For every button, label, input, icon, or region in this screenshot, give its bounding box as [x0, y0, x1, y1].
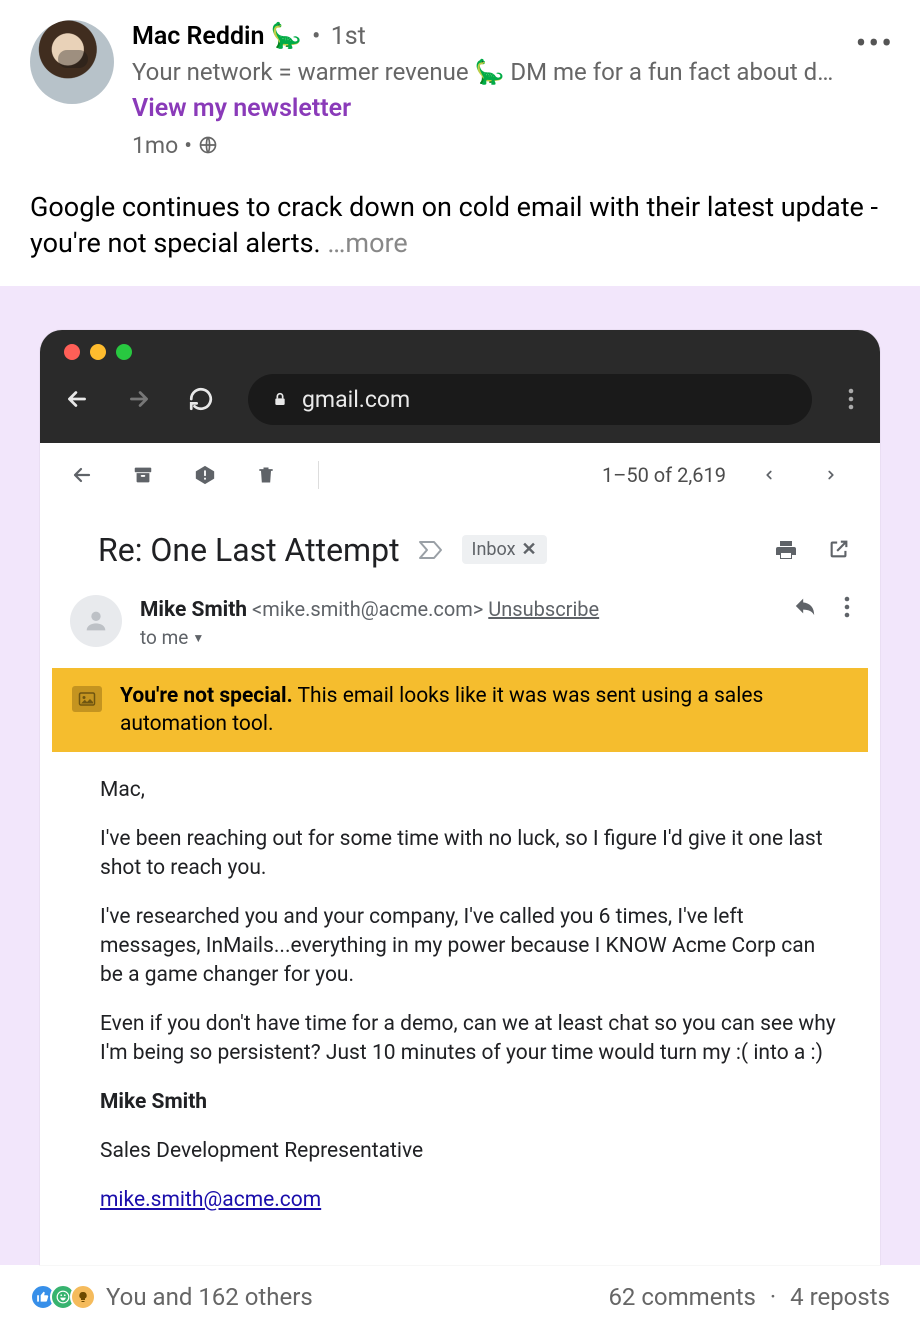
prev-page-icon: [762, 464, 788, 486]
warning-title: You're not special.: [120, 684, 293, 708]
globe-icon: [198, 135, 218, 155]
post-image[interactable]: gmail.com 1–50 of 2,619: [0, 286, 920, 1265]
signature-name: Mike Smith: [100, 1088, 840, 1117]
minimize-dot-icon: [90, 344, 106, 360]
remove-label-icon: ✕: [522, 539, 537, 560]
recipient-dropdown-icon: ▼: [192, 630, 204, 647]
recipient-line: to me: [140, 625, 188, 652]
lightbulb-reaction-icon: [70, 1284, 96, 1310]
separator: •: [308, 22, 324, 51]
email-body: Mac, I've been reaching out for some tim…: [40, 752, 880, 1265]
separator: •: [184, 130, 192, 161]
close-dot-icon: [64, 344, 80, 360]
unsubscribe-link: Unsubscribe: [488, 597, 599, 621]
address-bar: gmail.com: [248, 374, 812, 425]
post-text: Google continues to crack down on cold e…: [30, 191, 878, 259]
post-timestamp: 1mo: [132, 130, 178, 161]
message-menu-icon: [844, 595, 850, 619]
reload-icon: [186, 386, 216, 412]
connection-degree: 1st: [331, 22, 366, 51]
important-marker-icon: [418, 540, 444, 560]
back-icon: [62, 386, 92, 412]
maximize-dot-icon: [116, 344, 132, 360]
image-icon: [72, 686, 102, 712]
spam-icon: [194, 464, 220, 486]
warning-banner: You're not special. This email looks lik…: [52, 668, 868, 753]
reaction-icons[interactable]: [30, 1284, 96, 1310]
inbox-label-chip: Inbox ✕: [462, 535, 547, 564]
forward-icon: [124, 386, 154, 412]
trash-icon: [256, 464, 282, 486]
next-page-icon: [824, 464, 850, 486]
gmail-back-icon: [70, 463, 96, 487]
email-subject: Re: One Last Attempt: [98, 531, 400, 569]
url-text: gmail.com: [302, 386, 410, 413]
signature-title: Sales Development Representative: [100, 1137, 840, 1166]
author-headline: Your network = warmer revenue 🦕 DM me fo…: [132, 56, 890, 88]
window-controls: [64, 344, 858, 360]
lock-icon: [272, 391, 288, 407]
browser-menu-icon: [844, 388, 858, 410]
reposts-count[interactable]: 4 reposts: [790, 1283, 890, 1311]
reply-icon: [792, 595, 818, 619]
author-avatar[interactable]: [30, 20, 114, 104]
newsletter-link[interactable]: View my newsletter: [132, 92, 890, 126]
see-more-button[interactable]: …more: [327, 227, 407, 259]
sender-email: <mike.smith@acme.com>: [252, 597, 483, 621]
archive-icon: [132, 464, 158, 486]
reaction-count[interactable]: You and 162 others: [106, 1283, 313, 1311]
author-name[interactable]: Mac Reddin 🦕: [132, 22, 302, 51]
comments-count[interactable]: 62 comments: [608, 1283, 756, 1311]
open-new-window-icon: [828, 538, 850, 562]
separator: ·: [762, 1283, 784, 1311]
sender-avatar: [70, 595, 122, 647]
pagination-count: 1–50 of 2,619: [602, 463, 726, 487]
print-icon: [774, 538, 798, 562]
post-menu-button[interactable]: •••: [856, 24, 894, 62]
sender-name: Mike Smith: [140, 598, 247, 622]
divider: [318, 461, 319, 489]
signature-email-link: mike.smith@acme.com: [100, 1188, 321, 1212]
